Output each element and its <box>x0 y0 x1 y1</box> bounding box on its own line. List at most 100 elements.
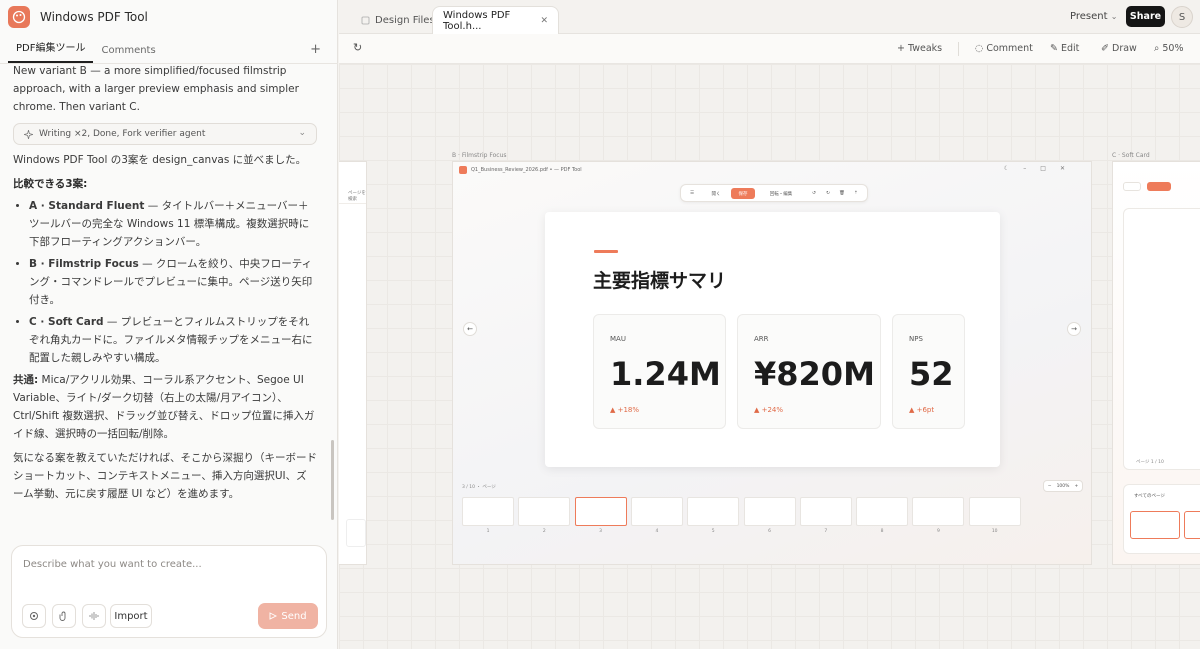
status-pill[interactable]: Writing ×2, Done, Fork verifier agent ⌄ <box>13 123 317 145</box>
zoom-out-icon[interactable]: − <box>1048 484 1052 489</box>
save-chip[interactable] <box>1147 182 1171 191</box>
page-indicator: ページ 1 / 10 <box>1136 460 1164 465</box>
metric-delta: ▲ +18% <box>610 406 640 414</box>
variant-name: C · Soft Card <box>29 316 104 328</box>
page-thumbnail[interactable] <box>687 497 740 526</box>
present-label: Present <box>1070 11 1108 22</box>
page-number: 10 <box>991 529 998 534</box>
page-number: 3 <box>599 529 603 534</box>
send-button[interactable]: Send <box>258 603 318 629</box>
closing-text: 気になる案を教えていただければ、そこから深掘り（キーボードショートカット、コンテ… <box>13 452 317 500</box>
variant-c-frame[interactable]: ページ 1 / 10 すべてのページ <box>1112 161 1200 565</box>
slide-preview[interactable]: 主要指標サマリ MAU 1.24M ▲ +18% ARR ¥820M ▲ +24… <box>545 212 1000 467</box>
page-number: 4 <box>655 529 659 534</box>
menu-icon[interactable]: ☰ <box>687 188 697 199</box>
preview-card[interactable]: ページ 1 / 10 <box>1123 208 1200 470</box>
page-number: 5 <box>711 529 715 534</box>
intro-text: Windows PDF Tool の3案を design_canvas に並べま… <box>13 154 307 166</box>
composer-input[interactable]: Describe what you want to create... <box>23 559 202 570</box>
page-thumbnail[interactable] <box>462 497 514 526</box>
page-number: 7 <box>824 529 828 534</box>
design-canvas[interactable]: ページを検索 B · Filmstrip Focus Q1_Business_R… <box>339 64 1200 649</box>
variant-name: A · Standard Fluent <box>29 200 145 212</box>
pdf-icon <box>459 166 467 174</box>
page-number: 9 <box>936 529 940 534</box>
avatar[interactable]: S <box>1171 6 1193 28</box>
list-item: B · Filmstrip Focus — クロームを絞り、中央フローティング・… <box>29 255 317 309</box>
zoom-value: 100% <box>1056 483 1070 489</box>
undo-icon[interactable]: ↺ <box>809 188 819 199</box>
edit-button[interactable]: ✎ Edit <box>1050 43 1079 54</box>
edit-icon: ✎ <box>1050 43 1058 54</box>
next-page-arrow[interactable]: → <box>1067 322 1081 336</box>
metric-value: 1.24M <box>610 355 721 393</box>
variant-a-frame[interactable]: ページを検索 <box>339 161 367 565</box>
status-pill-label: Writing ×2, Done, Fork verifier agent <box>39 129 206 139</box>
page-number: 1 <box>486 529 490 534</box>
tab-design-files[interactable]: Design Files <box>351 6 445 34</box>
attach-icon[interactable] <box>52 604 76 628</box>
present-button[interactable]: Present ⌄ <box>1070 11 1117 22</box>
page-thumbnail[interactable] <box>968 497 1021 526</box>
page-number: 2 <box>542 529 546 534</box>
prev-page-arrow[interactable]: ← <box>463 322 477 336</box>
file-title: Q1_Business_Review_2026.pdf • — PDF Tool <box>471 167 582 173</box>
tweaks-label: Tweaks <box>907 43 943 54</box>
thumbnail-selected[interactable] <box>1130 511 1180 539</box>
panel-header: Windows PDF Tool <box>0 0 338 34</box>
edit-label: Edit <box>1061 43 1080 54</box>
zoom-control[interactable]: −100% + <box>1043 480 1083 492</box>
metric-card-nps: NPS 52 ▲ +6pt <box>892 314 965 429</box>
page-thumbnail[interactable] <box>574 497 627 526</box>
list-item: C · Soft Card — プレビューとフィルムストリップをそれぞれ角丸カー… <box>29 313 317 367</box>
draw-button[interactable]: ✐ Draw <box>1101 43 1137 54</box>
open-button[interactable]: 開く <box>705 188 727 199</box>
metric-delta: ▲ +6pt <box>909 406 935 414</box>
page-thumbnail[interactable] <box>518 497 571 526</box>
variant-b-frame[interactable]: Q1_Business_Review_2026.pdf • — PDF Tool… <box>452 161 1092 565</box>
tab-comments[interactable]: Comments <box>93 45 163 63</box>
open-chip[interactable] <box>1123 182 1141 191</box>
close-icon[interactable]: ✕ <box>540 16 548 26</box>
metric-label: MAU <box>610 335 626 343</box>
audio-icon[interactable] <box>82 604 106 628</box>
chat-scrollbar[interactable] <box>331 440 334 520</box>
pen-icon: ✐ <box>1101 43 1109 54</box>
share-button[interactable]: Share <box>1126 6 1165 27</box>
composer: Describe what you want to create... Impo… <box>11 545 327 638</box>
file-icon <box>361 16 370 24</box>
thumbnail[interactable] <box>1184 511 1200 539</box>
search-field[interactable]: ページを検索 <box>339 188 366 204</box>
settings-icon[interactable] <box>22 604 46 628</box>
trash-icon[interactable]: 🗑 <box>837 188 847 199</box>
common-desc: Mica/アクリル効果、コーラル系アクセント、Segoe UI Variable… <box>13 374 315 440</box>
tab-windows-pdf-tool[interactable]: Windows PDF Tool.h... ✕ <box>432 6 559 34</box>
tweaks-button[interactable]: + Tweaks <box>897 43 942 54</box>
page-thumbnail[interactable] <box>912 497 965 526</box>
import-button[interactable]: Import <box>110 604 152 628</box>
page-thumbnail[interactable] <box>856 497 909 526</box>
window-controls[interactable]: ☾–□✕ <box>1004 165 1079 172</box>
redo-icon[interactable]: ↻ <box>823 188 833 199</box>
common-label: 共通: <box>13 374 39 386</box>
send-icon <box>269 612 278 620</box>
window-titlebar: Q1_Business_Review_2026.pdf • — PDF Tool… <box>453 162 1091 178</box>
save-button[interactable]: 保存 <box>731 188 755 199</box>
upload-icon[interactable]: ⇡ <box>851 188 861 199</box>
tab-label: Windows PDF Tool.h... <box>443 9 511 32</box>
page-thumbnail[interactable] <box>743 497 796 526</box>
plus-icon[interactable]: + <box>310 42 321 57</box>
zoom-button[interactable]: ⌕ 50% <box>1154 43 1183 54</box>
zoom-in-icon[interactable]: + <box>1074 484 1078 489</box>
draw-label: Draw <box>1112 43 1137 54</box>
reload-icon[interactable]: ↻ <box>353 41 362 54</box>
page-thumbnail[interactable] <box>799 497 852 526</box>
metric-label: NPS <box>909 335 923 343</box>
chat-messages: New variant B — a more simplified/focuse… <box>0 64 330 538</box>
page-thumbnail[interactable] <box>630 497 683 526</box>
comment-button[interactable]: ◌ Comment <box>975 43 1033 54</box>
rotate-edit-button[interactable]: 回転・編集 <box>761 188 801 199</box>
palette-icon[interactable] <box>8 6 30 28</box>
metric-delta: ▲ +24% <box>754 406 784 414</box>
tab-pdf-tool[interactable]: PDF編集ツール <box>8 39 94 63</box>
